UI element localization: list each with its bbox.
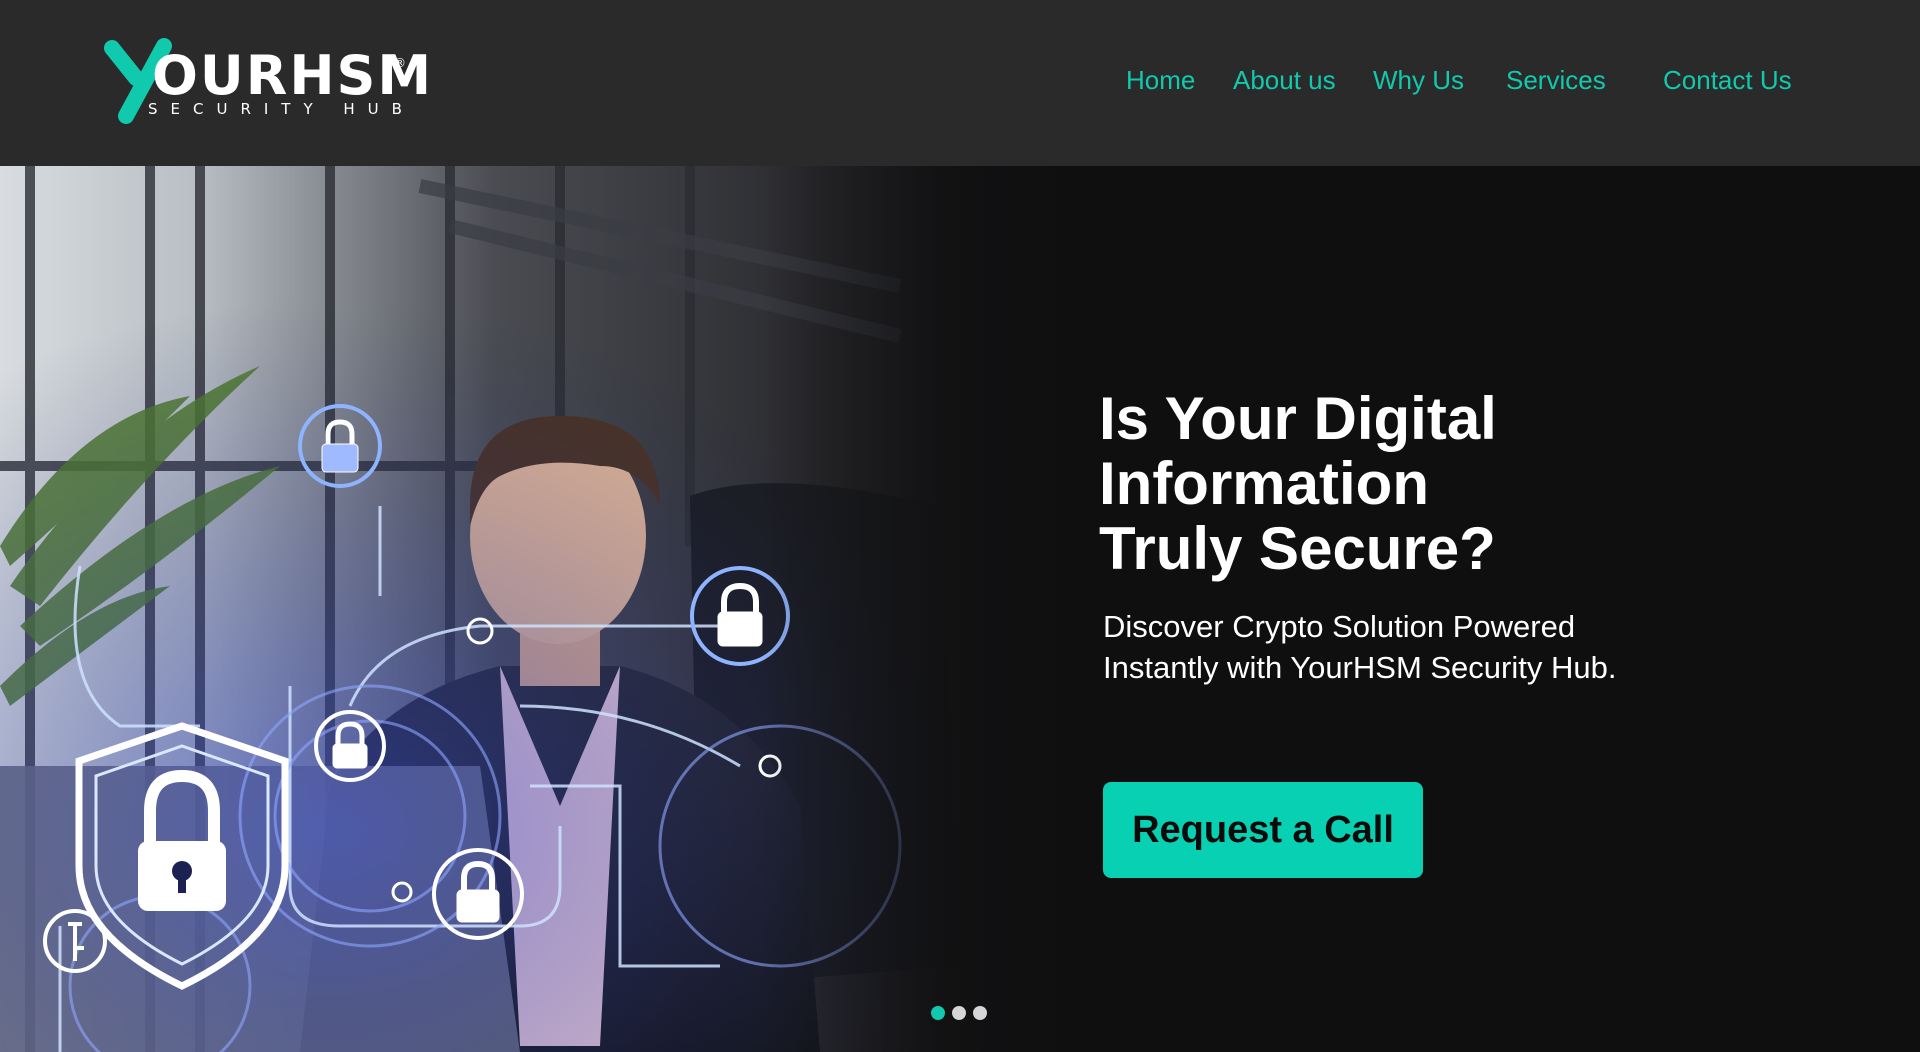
- hero-subtitle-line: Discover Crypto Solution Powered: [1103, 609, 1576, 644]
- hero-title-line: Truly Secure?: [1099, 515, 1496, 582]
- hero-subtitle-line: Instantly with YourHSM Security Hub.: [1103, 650, 1617, 685]
- carousel-dot-2[interactable]: [952, 1006, 966, 1020]
- nav-services-link[interactable]: Services: [1506, 60, 1606, 100]
- hero-subtitle: Discover Crypto Solution Powered Instant…: [1103, 606, 1823, 688]
- nav-contact-link[interactable]: Contact Us: [1663, 60, 1792, 100]
- hero-title: Is Your Digital Information Truly Secure…: [1099, 386, 1819, 581]
- nav-why-us-link[interactable]: Why Us: [1373, 60, 1464, 100]
- hero-title-line: Information: [1099, 450, 1429, 517]
- hero-image-fade: [760, 166, 1100, 1052]
- nav-home-link[interactable]: Home: [1126, 60, 1195, 100]
- nav-about-link[interactable]: About us: [1233, 60, 1336, 100]
- logo-tagline: SECURITY HUB: [148, 100, 415, 118]
- hero-section: Is Your Digital Information Truly Secure…: [0, 166, 1920, 1052]
- carousel-dot-1[interactable]: [931, 1006, 945, 1020]
- hero-title-line: Is Your Digital: [1099, 385, 1497, 452]
- main-nav: Home About us Why Us Services Contact Us: [0, 60, 1920, 100]
- carousel-dot-3[interactable]: [973, 1006, 987, 1020]
- request-call-button[interactable]: Request a Call: [1103, 782, 1423, 878]
- site-header: OURHSM ® SECURITY HUB Home About us Why …: [0, 0, 1920, 166]
- carousel-dots: [931, 1006, 991, 1022]
